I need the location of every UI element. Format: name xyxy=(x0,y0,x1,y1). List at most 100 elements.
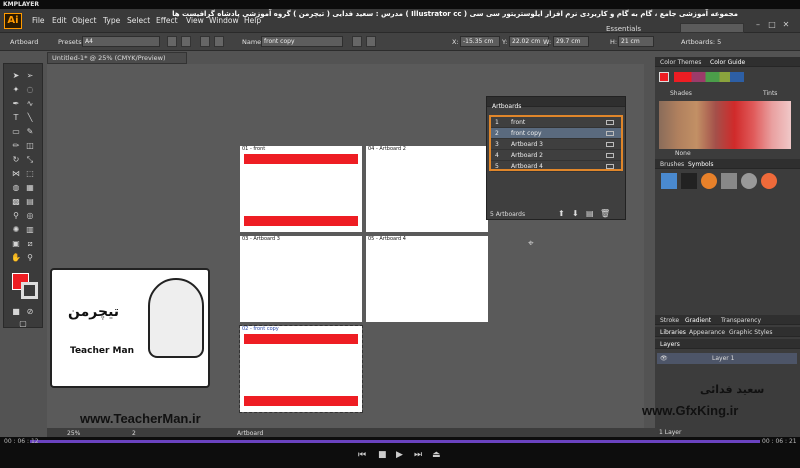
artboard-row[interactable]: 3 Artboard 3 xyxy=(491,139,621,150)
screen-mode-icon[interactable]: ▢ xyxy=(17,318,29,329)
menu-file[interactable]: File xyxy=(32,16,45,25)
pen-tool-icon[interactable]: ✒ xyxy=(10,98,22,109)
graph-tool-icon[interactable]: ▥ xyxy=(24,224,36,235)
visibility-eye-icon[interactable]: 👁 xyxy=(660,355,668,362)
menu-edit[interactable]: Edit xyxy=(52,16,67,25)
symbol-swatch[interactable] xyxy=(661,173,677,189)
artboard-row[interactable]: 1 front xyxy=(491,117,621,128)
tab-symbols[interactable]: Symbols xyxy=(688,161,713,168)
move-with-artboard-icon[interactable] xyxy=(352,36,362,47)
eraser-icon[interactable]: ◫ xyxy=(24,140,36,151)
delete-artboard-icon[interactable] xyxy=(214,36,224,47)
document-tab[interactable]: Untitled-1* @ 25% (CMYK/Preview) xyxy=(47,52,187,64)
hand-tool-icon[interactable]: ✋ xyxy=(10,252,22,263)
width-tool-icon[interactable]: ⋈ xyxy=(10,168,22,179)
magic-wand-icon[interactable]: ✦ xyxy=(10,84,22,95)
play-icon[interactable]: ▶ xyxy=(396,450,403,460)
artboard-options-icon[interactable] xyxy=(606,164,614,169)
red-bar-top[interactable] xyxy=(244,154,358,164)
symbol-swatch[interactable] xyxy=(761,173,777,189)
none-mode-icon[interactable]: ⊘ xyxy=(24,306,36,317)
tab-layers[interactable]: Layers xyxy=(660,341,680,348)
next-icon[interactable]: ⏭ xyxy=(414,450,422,460)
red-bar-bottom[interactable] xyxy=(244,216,358,226)
gradient-icon[interactable]: ▤ xyxy=(24,196,36,207)
minimize-icon[interactable]: – xyxy=(752,20,764,30)
tab-libraries[interactable]: Libraries xyxy=(660,329,686,336)
portrait-icon[interactable] xyxy=(167,36,177,47)
artboard-options-icon[interactable] xyxy=(606,142,614,147)
line-tool-icon[interactable]: ╲ xyxy=(24,112,36,123)
rotate-icon[interactable]: ↻ xyxy=(10,154,22,165)
harmony-colors[interactable] xyxy=(674,72,744,82)
tab-graphic-styles[interactable]: Graphic Styles xyxy=(729,329,772,336)
red-bar-top[interactable] xyxy=(244,334,358,344)
mesh-icon[interactable]: ▩ xyxy=(10,196,22,207)
shape-builder-icon[interactable]: ◍ xyxy=(10,182,22,193)
workspace-switcher[interactable]: Essentials xyxy=(606,25,641,33)
zoom-tool-icon[interactable]: ⚲ xyxy=(24,252,36,263)
artboard-name-input[interactable]: front copy xyxy=(261,36,343,47)
perspective-icon[interactable]: ▦ xyxy=(24,182,36,193)
symbol-swatch[interactable] xyxy=(721,173,737,189)
menu-object[interactable]: Object xyxy=(72,16,96,25)
tab-stroke[interactable]: Stroke xyxy=(660,317,679,324)
curvature-icon[interactable]: ∿ xyxy=(24,98,36,109)
paintbrush-icon[interactable]: ✎ xyxy=(24,126,36,137)
free-transform-icon[interactable]: ⬚ xyxy=(24,168,36,179)
artboard-row[interactable]: 4 Artboard 2 xyxy=(491,150,621,161)
artboard-row[interactable]: 5 Artboard 4 xyxy=(491,161,621,172)
move-up-icon[interactable]: ⬆ xyxy=(558,209,565,218)
layer-name[interactable]: Layer 1 xyxy=(712,355,734,362)
rectangle-tool-icon[interactable]: ▭ xyxy=(10,126,22,137)
video-progress-bar[interactable] xyxy=(30,440,760,443)
tab-transparency[interactable]: Transparency xyxy=(721,317,761,324)
w-input[interactable]: 29.7 cm xyxy=(553,36,589,47)
new-artboard-icon[interactable] xyxy=(200,36,210,47)
artboard-row-selected[interactable]: 2 front copy xyxy=(491,128,621,139)
red-bar-bottom[interactable] xyxy=(244,396,358,406)
artboard-options-icon[interactable] xyxy=(606,153,614,158)
stroke-color-swatch[interactable] xyxy=(21,282,38,299)
artboard-options-icon[interactable] xyxy=(366,36,376,47)
stop-icon[interactable]: ■ xyxy=(378,450,387,460)
delete-artboard-icon[interactable]: 🗑 xyxy=(600,209,610,218)
artboard-front[interactable]: 01 - front xyxy=(240,146,362,232)
artboard-options-icon[interactable] xyxy=(606,120,614,125)
base-color-swatch[interactable] xyxy=(659,72,669,82)
presets-dropdown[interactable]: A4 xyxy=(82,36,160,47)
maximize-icon[interactable]: □ xyxy=(766,20,778,30)
layer-row[interactable]: 👁 Layer 1 xyxy=(657,353,797,364)
artboard-tool-icon[interactable]: ▣ xyxy=(10,238,22,249)
prev-icon[interactable]: ⏮ xyxy=(358,450,366,460)
x-input[interactable]: -15.35 cm xyxy=(460,36,500,47)
artboard-options-icon[interactable] xyxy=(606,131,614,136)
artboard-2[interactable]: 04 - Artboard 2 xyxy=(366,146,488,232)
artboard-3[interactable]: 03 - Artboard 3 xyxy=(240,236,362,322)
symbol-swatch[interactable] xyxy=(741,173,757,189)
symbol-sprayer-icon[interactable]: ✺ xyxy=(10,224,22,235)
lasso-icon[interactable]: ◌ xyxy=(24,84,36,95)
symbol-swatch[interactable] xyxy=(701,173,717,189)
pencil-icon[interactable]: ✏ xyxy=(10,140,22,151)
type-tool-icon[interactable]: T xyxy=(10,112,22,123)
h-input[interactable]: 21 cm xyxy=(618,36,654,47)
color-mode-icon[interactable]: ■ xyxy=(10,306,22,317)
menu-select[interactable]: Select xyxy=(127,16,150,25)
direct-selection-icon[interactable]: ➢ xyxy=(24,70,36,81)
tab-appearance[interactable]: Appearance xyxy=(689,329,725,336)
menu-type[interactable]: Type xyxy=(103,16,120,25)
artboards-panel-title[interactable]: Artboards xyxy=(492,103,521,110)
symbol-swatch[interactable] xyxy=(681,173,697,189)
selection-tool-icon[interactable]: ➤ xyxy=(10,70,22,81)
tab-brushes[interactable]: Brushes xyxy=(660,161,684,168)
artboard-front-copy[interactable]: 02 - front copy xyxy=(239,325,363,413)
new-artboard-icon[interactable]: ▤ xyxy=(586,209,594,218)
slice-tool-icon[interactable]: ⧄ xyxy=(24,238,36,249)
eject-icon[interactable]: ⏏ xyxy=(432,450,441,460)
shades-grid[interactable] xyxy=(659,101,791,149)
artboard-4[interactable]: 05 - Artboard 4 xyxy=(366,236,488,322)
move-down-icon[interactable]: ⬇ xyxy=(572,209,579,218)
landscape-icon[interactable] xyxy=(181,36,191,47)
close-icon[interactable]: ✕ xyxy=(780,20,792,30)
